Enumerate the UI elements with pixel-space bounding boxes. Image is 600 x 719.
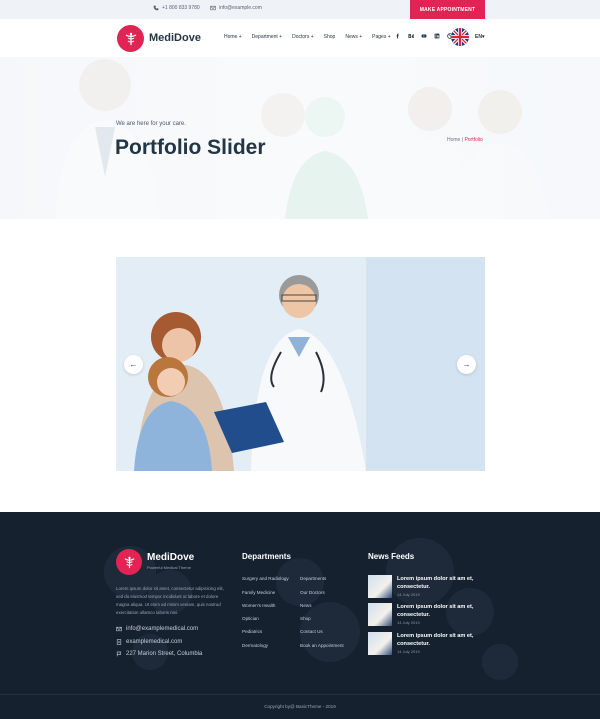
breadcrumb-separator: |	[461, 137, 464, 143]
news-date: 14 July 2019	[397, 620, 420, 625]
dept-link[interactable]: Family Medicine	[242, 590, 275, 595]
breadcrumb-current: Portfolio	[464, 137, 483, 143]
nav-shop[interactable]: Shop	[324, 34, 336, 40]
news-item[interactable]: Lorem ipsum dolor sit am et, consectetur…	[368, 632, 488, 656]
dept-link[interactable]: Surgery and Radiology	[242, 576, 289, 581]
news-thumbnail[interactable]	[368, 575, 392, 598]
footer-website-text: examplemedical.com	[126, 639, 183, 645]
page-title: Portfolio Slider	[115, 136, 266, 159]
slider-next-button[interactable]: →	[457, 355, 476, 374]
departments-heading: Departments	[242, 552, 291, 561]
news-title[interactable]: Lorem ipsum dolor sit am et, consectetur…	[397, 575, 487, 591]
top-bar: +1 800 833 9780 info@example.com MAKE AP…	[0, 0, 600, 19]
logo[interactable]	[117, 25, 144, 52]
news-title[interactable]: Lorem ipsum dolor sit am et, consectetur…	[397, 603, 487, 619]
quick-link[interactable]: Our Doctors	[300, 590, 325, 595]
slide-image	[116, 257, 485, 471]
quick-link[interactable]: Departments	[300, 576, 326, 581]
breadcrumb-home[interactable]: Home	[447, 137, 460, 143]
social-links: Bē	[395, 33, 453, 39]
email-text: info@example.com	[219, 5, 262, 11]
quick-link[interactable]: News	[300, 603, 312, 608]
nav-department[interactable]: Department +	[252, 34, 282, 40]
envelope-icon	[210, 5, 216, 11]
linkedin-icon[interactable]	[434, 33, 440, 39]
dept-link[interactable]: Women's Health	[242, 603, 275, 608]
email-contact[interactable]: info@example.com	[210, 5, 262, 11]
envelope-icon	[116, 626, 122, 632]
dept-link[interactable]: Dermatology	[242, 643, 268, 648]
footer-email[interactable]: info@examplemedical.com	[116, 626, 198, 632]
page-hero: We are here for your care. Portfolio Sli…	[0, 57, 600, 219]
news-date: 14 July 2019	[397, 649, 420, 654]
news-title[interactable]: Lorem ipsum dolor sit am et, consectetur…	[397, 632, 487, 648]
dept-link[interactable]: Pediatrics	[242, 629, 262, 634]
hero-subtitle: We are here for your care.	[116, 121, 186, 127]
phone-text: +1 800 833 9780	[162, 5, 200, 11]
footer-logo[interactable]	[116, 549, 142, 575]
footer-about: Lorem ipsum dolor sit amet, consectetur …	[116, 586, 224, 615]
news-thumbnail[interactable]	[368, 603, 392, 626]
brand-name[interactable]: MediDove	[149, 32, 201, 44]
footer-divider	[0, 694, 600, 695]
document-icon	[116, 639, 122, 645]
quick-link[interactable]: Book an Appointment	[300, 643, 344, 648]
arrow-left-icon: ←	[129, 360, 138, 369]
nav-news[interactable]: News +	[345, 34, 362, 40]
portfolio-slider[interactable]: ← →	[116, 257, 485, 471]
flag-icon	[116, 651, 122, 657]
facebook-icon[interactable]	[395, 33, 401, 39]
caduceus-icon	[125, 32, 136, 45]
news-date: 14 July 2019	[397, 592, 420, 597]
svg-text:Bē: Bē	[408, 34, 414, 39]
make-appointment-button[interactable]: MAKE APPOINTMENT	[410, 0, 485, 19]
hero-overlay	[0, 57, 600, 219]
behance-icon[interactable]: Bē	[408, 33, 414, 39]
main-nav: Home + Department + Doctors + Shop News …	[224, 34, 391, 40]
nav-home[interactable]: Home +	[224, 34, 242, 40]
news-heading: News Feeds	[368, 552, 415, 561]
quick-link[interactable]: Shop	[300, 616, 311, 621]
news-item[interactable]: Lorem ipsum dolor sit am et, consectetur…	[368, 575, 488, 599]
footer-email-text: info@examplemedical.com	[126, 626, 199, 632]
news-item[interactable]: Lorem ipsum dolor sit am et, consectetur…	[368, 603, 488, 627]
quick-link[interactable]: Contact Us	[300, 629, 323, 634]
phone-contact[interactable]: +1 800 833 9780	[153, 5, 200, 11]
news-thumbnail[interactable]	[368, 632, 392, 655]
copyright: Copyright by@ BasicTheme - 2019	[264, 704, 336, 709]
arrow-right-icon: →	[462, 360, 471, 369]
language-selector[interactable]: EN▾	[475, 34, 484, 40]
nav-doctors[interactable]: Doctors +	[292, 34, 314, 40]
uk-flag-icon[interactable]	[451, 28, 469, 46]
nav-pages[interactable]: Pages +	[372, 34, 391, 40]
footer-website[interactable]: examplemedical.com	[116, 639, 182, 645]
breadcrumb: Home | Portfolio	[447, 137, 483, 143]
slider-prev-button[interactable]: ←	[124, 355, 143, 374]
footer-tagline: Powerful Medical Theme	[147, 565, 191, 570]
footer-address-text: 227 Marion Street, Columbia	[126, 651, 203, 657]
youtube-icon[interactable]	[421, 33, 427, 39]
phone-icon	[153, 5, 159, 11]
dept-link[interactable]: Optician	[242, 616, 259, 621]
footer-brand: MediDove	[147, 552, 195, 563]
footer-address: 227 Marion Street, Columbia	[116, 651, 202, 657]
caduceus-icon	[124, 556, 134, 568]
